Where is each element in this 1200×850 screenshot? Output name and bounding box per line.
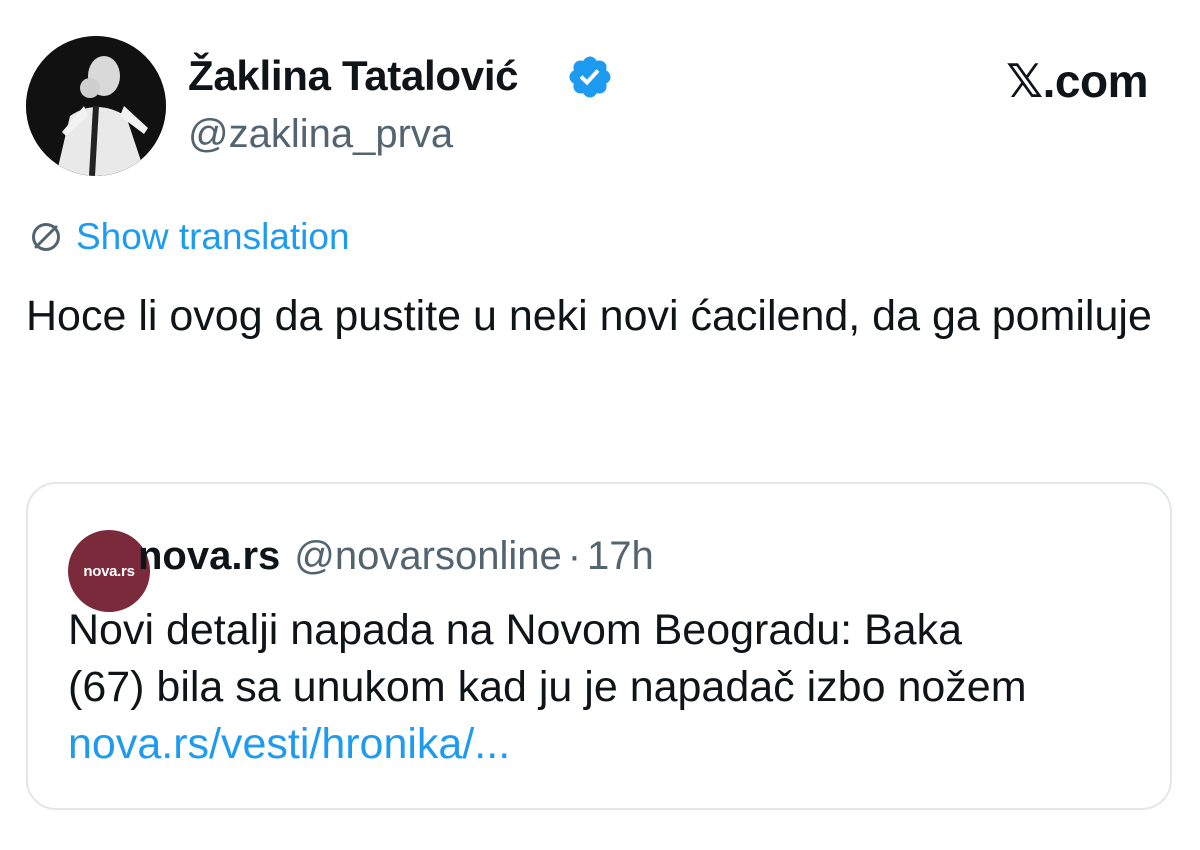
brand-label: 𝕏.com <box>1006 55 1148 107</box>
show-translation-label[interactable]: Show translation <box>76 216 350 258</box>
quoted-author-name[interactable]: nova.rs <box>138 534 280 579</box>
quoted-tweet-link[interactable]: nova.rs/vesti/hronika/... <box>68 716 1148 773</box>
avatar-photo <box>26 36 166 176</box>
verified-badge-icon <box>569 56 611 98</box>
show-translation-button[interactable]: Show translation <box>26 214 350 260</box>
quoted-tweet-text: Novi detalji napada na Novom Beogradu: B… <box>68 602 1148 773</box>
translate-globe-icon <box>32 223 60 251</box>
author-handle[interactable]: @zaklina_prva <box>188 112 453 157</box>
quoted-tweet-header: nova.rs @novarsonline · 17h <box>138 534 654 584</box>
header-separator: · <box>567 534 582 578</box>
quoted-text-line-2: (67) bila sa unukom kad ju je napadač iz… <box>68 663 1027 711</box>
author-avatar[interactable] <box>26 36 166 176</box>
tweet-text: Hoce li ovog da pustite u neki novi ćaci… <box>26 292 1152 340</box>
quoted-tweet-card[interactable]: nova.rs nova.rs @novarsonline · 17h Novi… <box>26 482 1172 810</box>
quoted-text-line-1: Novi detalji napada na Novom Beogradu: B… <box>68 606 963 654</box>
quoted-tweet-timestamp[interactable]: 17h <box>587 534 654 579</box>
quoted-author-handle[interactable]: @novarsonline <box>294 534 561 579</box>
author-display-name[interactable]: Žaklina Tatalović <box>188 52 519 100</box>
